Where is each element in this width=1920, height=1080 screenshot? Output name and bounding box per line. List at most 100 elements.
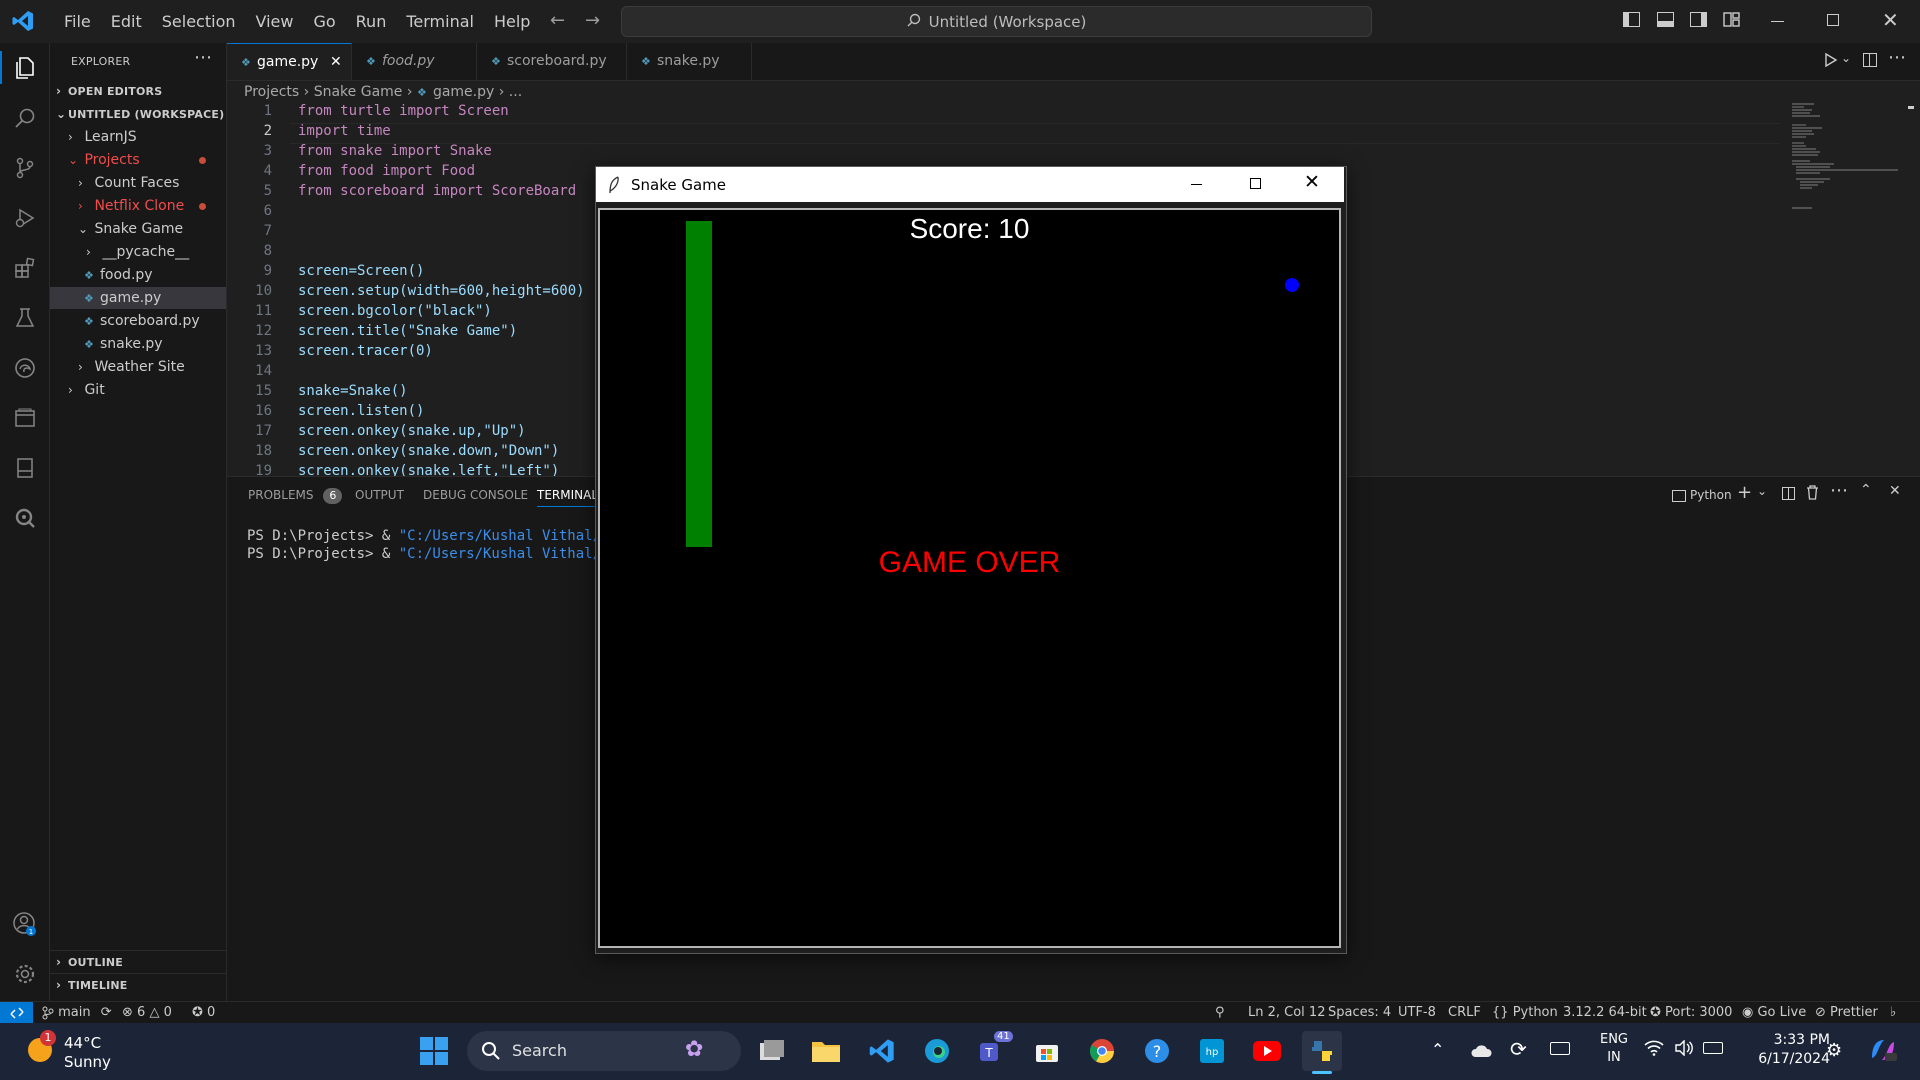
new-terminal-plus-icon[interactable]: + bbox=[1737, 482, 1752, 503]
weather-widget[interactable]: 1 44°C Sunny bbox=[26, 1030, 146, 1074]
manage-gear-icon[interactable] bbox=[8, 957, 41, 990]
trash-icon[interactable] bbox=[1806, 485, 1819, 504]
edge-devtools-icon[interactable] bbox=[8, 351, 41, 384]
input-language[interactable]: ENG IN bbox=[1594, 1031, 1634, 1067]
tree-item-count-faces[interactable]: › Count Faces bbox=[78, 172, 179, 194]
tree-item-weather-site[interactable]: › Weather Site bbox=[78, 356, 185, 378]
close-icon[interactable]: ✕ bbox=[1304, 171, 1320, 193]
toggle-panel-icon[interactable] bbox=[1657, 12, 1674, 27]
chrome-icon[interactable] bbox=[1082, 1031, 1122, 1071]
notifications-bell-icon[interactable]: ♭ bbox=[1890, 1002, 1896, 1024]
remote-explorer-icon[interactable] bbox=[8, 401, 41, 434]
remote-indicator[interactable] bbox=[0, 1002, 33, 1024]
more-actions-icon[interactable]: ⋯ bbox=[1830, 480, 1848, 501]
forward-arrow-icon[interactable]: → bbox=[585, 10, 600, 31]
task-view-icon[interactable] bbox=[752, 1031, 792, 1071]
restore-window-icon[interactable] bbox=[1827, 14, 1839, 26]
tab-problems[interactable]: PROBLEMS 6 bbox=[248, 486, 343, 504]
tree-item-snake-py[interactable]: ❖ snake.py bbox=[84, 333, 163, 355]
minimap[interactable] bbox=[1790, 100, 1900, 220]
game-canvas[interactable]: Score: 10 GAME OVER bbox=[598, 208, 1341, 948]
volume-icon[interactable] bbox=[1674, 1039, 1694, 1060]
minimize-window-icon[interactable] bbox=[1771, 21, 1784, 22]
gitlens-icon[interactable] bbox=[8, 501, 41, 534]
taskbar-search-box[interactable]: Search ✿ bbox=[467, 1031, 741, 1071]
breadcrumb-projects[interactable]: Projects bbox=[244, 84, 299, 100]
line-endings[interactable]: CRLF bbox=[1448, 1002, 1481, 1024]
tree-item-food-py[interactable]: ❖ food.py bbox=[84, 264, 153, 286]
chevron-down-icon[interactable]: ⌄ bbox=[1757, 484, 1767, 498]
close-window-icon[interactable]: ✕ bbox=[1882, 8, 1899, 32]
menu-file[interactable]: File bbox=[54, 10, 101, 34]
zoom-icon[interactable]: ⚲ bbox=[1215, 1002, 1225, 1024]
python-interpreter[interactable]: 3.12.2 64-bit bbox=[1563, 1002, 1647, 1024]
battery-icon[interactable] bbox=[1703, 1042, 1723, 1054]
tab-output[interactable]: OUTPUT bbox=[355, 486, 404, 504]
split-terminal-icon[interactable] bbox=[1782, 487, 1795, 500]
menu-edit[interactable]: Edit bbox=[101, 10, 152, 34]
tree-item-pycache[interactable]: › __pycache__ bbox=[86, 241, 189, 263]
port-indicator[interactable]: ✪ Port: 3000 bbox=[1650, 1002, 1732, 1024]
tree-item-scoreboard-py[interactable]: ❖ scoreboard.py bbox=[84, 310, 200, 332]
menu-selection[interactable]: Selection bbox=[152, 10, 246, 34]
workspace-section[interactable]: ⌄ UNTITLED (WORKSPACE) bbox=[56, 103, 224, 125]
clock[interactable]: 3:33 PM 6/17/2024 bbox=[1740, 1031, 1830, 1069]
tab-game-py[interactable]: ❖ game.py ✕ bbox=[227, 43, 352, 80]
explorer-icon[interactable] bbox=[8, 51, 41, 84]
language-mode[interactable]: {} Python bbox=[1492, 1002, 1558, 1024]
testing-flask-icon[interactable] bbox=[8, 301, 41, 334]
encoding[interactable]: UTF-8 bbox=[1398, 1002, 1436, 1024]
menu-run[interactable]: Run bbox=[346, 10, 397, 34]
terminal-shell-selector[interactable]: Python bbox=[1672, 486, 1732, 504]
menu-view[interactable]: View bbox=[246, 10, 304, 34]
toggle-sidebar-icon[interactable] bbox=[1623, 12, 1640, 27]
cursor-position[interactable]: Ln 2, Col 12 bbox=[1248, 1002, 1325, 1024]
maximize-panel-chevron-up-icon[interactable]: ⌃ bbox=[1860, 482, 1872, 498]
menu-help[interactable]: Help bbox=[484, 10, 540, 34]
sync-icon[interactable]: ⟳ bbox=[1510, 1037, 1527, 1061]
breadcrumb-snake-game[interactable]: Snake Game bbox=[314, 84, 403, 100]
prettier-indicator[interactable]: ⊘ Prettier bbox=[1815, 1002, 1878, 1024]
tab-food-py[interactable]: ❖ food.py bbox=[352, 43, 477, 80]
file-explorer-icon[interactable] bbox=[806, 1031, 846, 1071]
keyboard-icon[interactable] bbox=[1550, 1042, 1570, 1055]
copilot-icon[interactable] bbox=[1868, 1036, 1898, 1068]
back-arrow-icon[interactable]: ← bbox=[550, 10, 565, 31]
search-icon[interactable] bbox=[8, 101, 41, 134]
go-live-button[interactable]: ◉ Go Live bbox=[1742, 1002, 1806, 1024]
tree-item-learnjs[interactable]: › LearnJS bbox=[68, 126, 137, 148]
tree-item-netflix-clone[interactable]: › Netflix Clone bbox=[78, 195, 184, 217]
microsoft-store-icon[interactable] bbox=[1027, 1031, 1067, 1071]
tree-item-projects[interactable]: ⌄ Projects bbox=[68, 149, 140, 171]
breadcrumb-more[interactable]: ... bbox=[509, 84, 522, 100]
split-editor-icon[interactable] bbox=[1863, 53, 1877, 67]
toggle-secondary-sidebar-icon[interactable] bbox=[1690, 12, 1707, 27]
menu-go[interactable]: Go bbox=[303, 10, 345, 34]
tab-debug-console[interactable]: DEBUG CONSOLE bbox=[423, 486, 528, 504]
youtube-icon[interactable] bbox=[1247, 1031, 1287, 1071]
myhp-icon[interactable]: hp bbox=[1192, 1031, 1232, 1071]
accounts-icon[interactable]: 1 bbox=[8, 907, 41, 940]
minimize-icon[interactable] bbox=[1191, 184, 1202, 185]
onedrive-cloud-icon[interactable] bbox=[1470, 1043, 1492, 1062]
command-center[interactable]: Untitled (Workspace) bbox=[621, 6, 1372, 37]
tree-item-snake-game[interactable]: ⌄ Snake Game bbox=[78, 218, 183, 240]
notebook-icon[interactable] bbox=[8, 451, 41, 484]
ports-indicator[interactable]: ✪ 0 bbox=[192, 1002, 215, 1024]
start-windows-icon[interactable] bbox=[414, 1031, 454, 1071]
outline-section[interactable]: › OUTLINE bbox=[56, 951, 123, 973]
customize-layout-icon[interactable] bbox=[1723, 12, 1740, 27]
maximize-icon[interactable] bbox=[1250, 178, 1261, 189]
tree-item-git[interactable]: › Git bbox=[68, 379, 105, 401]
show-hidden-icons-chevron-up-icon[interactable]: ⌃ bbox=[1431, 1040, 1444, 1059]
extensions-icon[interactable] bbox=[8, 251, 41, 284]
breadcrumb-game-py[interactable]: game.py bbox=[433, 84, 494, 100]
edge-icon[interactable] bbox=[917, 1031, 957, 1071]
close-panel-icon[interactable]: ✕ bbox=[1889, 483, 1901, 499]
source-control-icon[interactable] bbox=[8, 151, 41, 184]
more-actions-icon[interactable]: ⋯ bbox=[1888, 47, 1906, 68]
branch-indicator[interactable]: main ⟳ bbox=[42, 1002, 112, 1024]
chevron-down-icon[interactable]: ⌄ bbox=[1841, 51, 1851, 65]
wifi-icon[interactable] bbox=[1644, 1040, 1664, 1060]
settings-gear-icon[interactable]: ⚙ bbox=[1826, 1040, 1842, 1061]
